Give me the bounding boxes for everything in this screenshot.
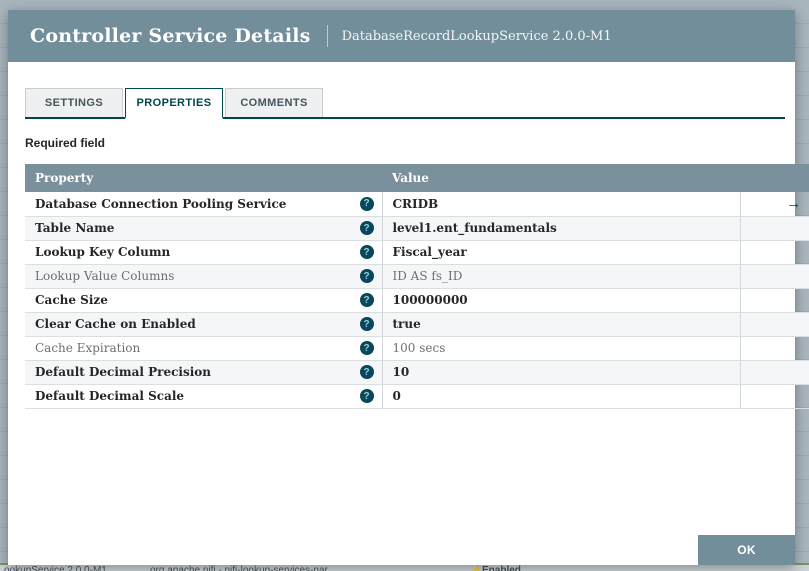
property-value-cell: true [382,312,741,337]
help-icon[interactable]: ? [359,317,374,331]
property-name-cell: Database Connection Pooling Service? [25,192,383,217]
table-row: Table Name? level1.ent_fundamentals [25,216,809,241]
help-icon[interactable]: ? [359,389,374,403]
table-row: Default Decimal Scale? 0 [25,384,809,409]
help-icon[interactable]: ? [359,293,374,307]
property-value-cell: level1.ent_fundamentals [382,216,741,241]
property-value-cell: 0 [382,384,741,409]
controller-service-details-dialog: Controller Service Details DatabaseRecor… [8,10,809,565]
property-value-cell: ID AS fs_ID [382,264,741,289]
table-row: Database Connection Pooling Service? CRID… [25,192,809,217]
property-name: Clear Cache on Enabled [35,317,196,331]
property-name: Default Decimal Scale [35,389,185,403]
background-service-name-fragment: ookupService 2.0.0-M1 [4,565,107,571]
service-name-version: DatabaseRecordLookupService 2.0.0-M1 [341,28,612,44]
property-value-cell: 10 [382,360,741,385]
dialog-content: SETTINGS PROPERTIES COMMENTS Required fi… [8,62,809,409]
property-name: Table Name [35,221,115,235]
background-bundle-fragment: org.apache.nifi - nifi-lookup-services-n… [150,565,328,571]
tab-bar: SETTINGS PROPERTIES COMMENTS [25,88,785,119]
property-name: Cache Expiration [35,341,141,355]
action-cell [740,312,809,337]
property-name: Database Connection Pooling Service [35,196,287,211]
action-cell [740,288,809,313]
property-name-cell: Cache Expiration? [25,336,383,361]
required-field-label: Required field [25,136,106,150]
property-name-cell: Default Decimal Scale? [25,384,383,409]
property-name: Cache Size [35,293,108,307]
table-row: Clear Cache on Enabled? true [25,312,809,337]
tab-properties[interactable]: PROPERTIES [125,88,223,119]
table-row: Lookup Key Column? Fiscal_year [25,240,809,265]
tab-comments[interactable]: COMMENTS [225,88,323,117]
property-name-cell: Lookup Key Column? [25,240,383,265]
property-name-cell: Default Decimal Precision? [25,360,383,385]
action-cell [740,216,809,241]
tab-settings[interactable]: SETTINGS [25,88,123,117]
action-cell [740,360,809,385]
table-header-row: Property Value [25,164,809,192]
table-row: Cache Expiration? 100 secs [25,336,809,361]
go-to-service-icon[interactable]: → [786,195,801,212]
table-row: Lookup Value Columns? ID AS fs_ID [25,264,809,289]
dialog-title: Controller Service Details [30,25,311,47]
property-name-cell: Table Name? [25,216,383,241]
action-cell [740,336,809,361]
property-value-cell: CRIDB [382,192,741,217]
background-state-fragment: Enabled [482,565,521,571]
action-cell: → [740,192,809,217]
action-cell [740,240,809,265]
action-cell [740,264,809,289]
property-name: Default Decimal Precision [35,365,211,379]
help-icon[interactable]: ? [359,341,374,355]
property-name-cell: Lookup Value Columns? [25,264,383,289]
help-icon[interactable]: ? [359,221,374,235]
help-icon[interactable]: ? [359,365,374,379]
property-name-cell: Clear Cache on Enabled? [25,312,383,337]
property-value-cell: 100000000 [382,288,741,313]
help-icon[interactable]: ? [359,245,374,259]
table-row: Default Decimal Precision? 10 [25,360,809,385]
ok-button[interactable]: OK [698,535,795,565]
action-column-header [740,164,809,192]
value-column-header: Value [382,164,740,192]
help-icon[interactable]: ? [359,196,374,211]
property-value-cell: 100 secs [382,336,741,361]
property-name: Lookup Key Column [35,245,171,259]
property-column-header: Property [25,164,382,192]
title-separator [326,25,328,47]
property-value-cell: Fiscal_year [382,240,741,265]
enabled-bolt-icon: ⚡ [470,565,483,571]
property-name: Lookup Value Columns [35,269,175,283]
properties-table: Property Value Database Connection Pooli… [25,164,809,409]
property-name-cell: Cache Size? [25,288,383,313]
help-icon[interactable]: ? [359,269,374,283]
table-row: Cache Size? 100000000 [25,288,809,313]
dialog-header: Controller Service Details DatabaseRecor… [8,10,795,62]
action-cell [740,384,809,409]
